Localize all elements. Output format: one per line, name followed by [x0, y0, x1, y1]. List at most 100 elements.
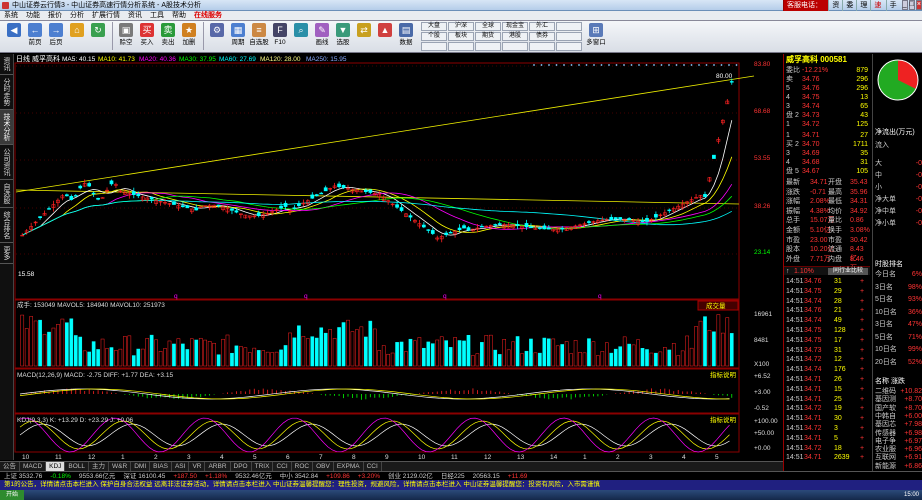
- toolbar-draw-button[interactable]: ✎ 画线: [312, 21, 332, 51]
- menu-info[interactable]: 资讯: [124, 11, 146, 20]
- minimize-icon[interactable]: _: [901, 0, 908, 10]
- market-button[interactable]: [556, 42, 582, 51]
- candle-body: [627, 218, 631, 221]
- market-button[interactable]: 沪深: [448, 22, 474, 31]
- toolbar-multiwindow-button[interactable]: ⊞ 多窗口: [586, 21, 606, 51]
- indicator-tab[interactable]: DPO: [231, 462, 252, 471]
- menu-system[interactable]: 系统: [0, 11, 22, 20]
- indicator-tab[interactable]: CCI: [364, 462, 382, 471]
- plate-row[interactable]: 新能源 +6.86: [875, 462, 922, 471]
- toolbar-watchlist-button[interactable]: ★ 加删: [179, 21, 199, 51]
- market-button[interactable]: 个股: [421, 32, 447, 41]
- service-phone[interactable]: 客服电话：4001022011: [784, 0, 829, 11]
- toolbar-period-button[interactable]: ▦ 周期: [228, 21, 248, 51]
- toolbar-screener-button[interactable]: ▼ 选股: [333, 21, 353, 51]
- flow-label: 中: [875, 172, 882, 179]
- candle-body: [654, 214, 658, 218]
- toolbar-refresh-button[interactable]: ↻: [88, 21, 108, 51]
- indicator-tab[interactable]: BIAS: [150, 462, 172, 471]
- toolbar-next-button[interactable]: → 后页: [46, 21, 66, 51]
- close-icon[interactable]: ×: [915, 0, 922, 10]
- toolbar-settings-button[interactable]: ⚙: [207, 21, 227, 51]
- toolbar-back-button[interactable]: ◀: [4, 21, 24, 51]
- indicator-tab[interactable]: VR: [189, 462, 206, 471]
- market-button[interactable]: 期货: [475, 32, 501, 41]
- leftnav-more[interactable]: 更多: [0, 243, 13, 264]
- market-button[interactable]: 现金宝: [502, 22, 528, 31]
- indicator-tab[interactable]: DMI: [131, 462, 151, 471]
- leftnav-news[interactable]: 资讯: [0, 54, 13, 75]
- volume-bar: [466, 334, 471, 367]
- stat-value: 34.71: [810, 179, 828, 186]
- toolbar-chart-button[interactable]: ▲: [375, 21, 395, 51]
- indicator-tab[interactable]: MACD: [20, 462, 47, 471]
- market-button[interactable]: 大盘: [421, 22, 447, 31]
- leftnav-technical[interactable]: 技术分析: [0, 110, 13, 145]
- toolbar-prev-button[interactable]: ← 前页: [25, 21, 45, 51]
- toolbar-margin-button[interactable]: ▣ 赊空: [116, 21, 136, 51]
- indicator-tab[interactable]: ROC: [292, 462, 314, 471]
- menu-analysis[interactable]: 分析: [66, 11, 88, 20]
- rank-label: 3日名: [875, 321, 893, 328]
- toolbar-data-button[interactable]: ▤ 数据: [396, 21, 416, 51]
- indicator-tab[interactable]: W&R: [109, 462, 132, 471]
- candle-body: [185, 205, 190, 209]
- market-button[interactable]: [556, 22, 582, 31]
- leftnav-timeshare[interactable]: 分时走势: [0, 75, 13, 110]
- indicator-tab[interactable]: OBV: [313, 462, 334, 471]
- menu-function[interactable]: 功能: [22, 11, 44, 20]
- leftnav-watchlist[interactable]: 自选股: [0, 180, 13, 208]
- kdj-tag-button[interactable]: 指标说明: [710, 415, 737, 424]
- market-button[interactable]: 全球: [475, 22, 501, 31]
- menu-help[interactable]: 帮助: [168, 11, 190, 20]
- market-button[interactable]: [475, 42, 501, 51]
- toolbar-sell-button[interactable]: 卖卖出: [158, 21, 178, 51]
- status-item: 9532.46亿元: [235, 473, 272, 480]
- indicator-tab[interactable]: 主力: [89, 462, 110, 471]
- market-button[interactable]: 债券: [529, 32, 555, 41]
- toolbar-home-button[interactable]: ⌂: [67, 21, 87, 51]
- leftnav-company[interactable]: 公司资讯: [0, 145, 13, 180]
- indicator-tab[interactable]: ARBR: [205, 462, 231, 471]
- market-button[interactable]: [556, 32, 582, 41]
- toolbar-buy-button[interactable]: 买买入: [137, 21, 157, 51]
- market-button[interactable]: 外汇: [529, 22, 555, 31]
- indicator-tab[interactable]: 公告: [0, 462, 20, 471]
- title-link-news[interactable]: 资讯: [828, 0, 842, 11]
- market-button[interactable]: [421, 42, 447, 51]
- news-ticker[interactable]: 第1的公告，详情请点击本栏进入 保护自身合法权益 远离非法证券活动，详情请点击本…: [0, 480, 922, 490]
- chart-area[interactable]: 日线 威孚高科 MA5: 40.15 MA10: 41.73 MA20: 40.…: [14, 54, 783, 461]
- toolbar-f10-button[interactable]: F F10: [270, 21, 290, 51]
- rank-value: 47%: [907, 321, 922, 328]
- menu-extended[interactable]: 扩展行情: [88, 11, 124, 20]
- start-button[interactable]: 开始: [0, 490, 24, 500]
- title-link-trade[interactable]: 委托: [842, 0, 856, 11]
- title-link-fast[interactable]: 速帝盲盘: [870, 0, 885, 11]
- menu-quote[interactable]: 报价: [44, 11, 66, 20]
- indicator-tab[interactable]: ASI: [172, 462, 190, 471]
- indicator-tab[interactable]: TRIX: [252, 462, 274, 471]
- toolbar-mystocks-button[interactable]: ≡ 自选股: [249, 21, 269, 51]
- order-level: 盘 5: [786, 168, 799, 175]
- maximize-icon[interactable]: □: [908, 0, 915, 10]
- leftnav-ranking[interactable]: 综合排名: [0, 208, 13, 243]
- menu-tools[interactable]: 工具: [146, 11, 168, 20]
- market-button[interactable]: [448, 42, 474, 51]
- market-button[interactable]: 港股: [502, 32, 528, 41]
- indicator-tab[interactable]: KDJ: [46, 462, 66, 471]
- title-link-finance[interactable]: 理财: [856, 0, 870, 11]
- macd-tag-button[interactable]: 指标说明: [710, 370, 737, 379]
- indicator-tab[interactable]: CCI: [273, 462, 292, 471]
- indicator-tab[interactable]: BOLL: [65, 462, 90, 471]
- toolbar-compare-button[interactable]: ⇄: [354, 21, 374, 51]
- market-button[interactable]: 板块: [448, 32, 474, 41]
- menu-online-service[interactable]: 在线服务: [190, 11, 226, 20]
- market-button[interactable]: [529, 42, 555, 51]
- industry-compare-button[interactable]: 同行业比较: [828, 268, 868, 275]
- indicator-tab[interactable]: EXPMA: [334, 462, 364, 471]
- toolbar-search-button[interactable]: ⌕: [291, 21, 311, 51]
- date-tick-label: 6: [286, 454, 290, 461]
- market-button[interactable]: [502, 42, 528, 51]
- signal-dot: [735, 64, 738, 66]
- title-link-mobile[interactable]: 手机炒股: [885, 0, 901, 11]
